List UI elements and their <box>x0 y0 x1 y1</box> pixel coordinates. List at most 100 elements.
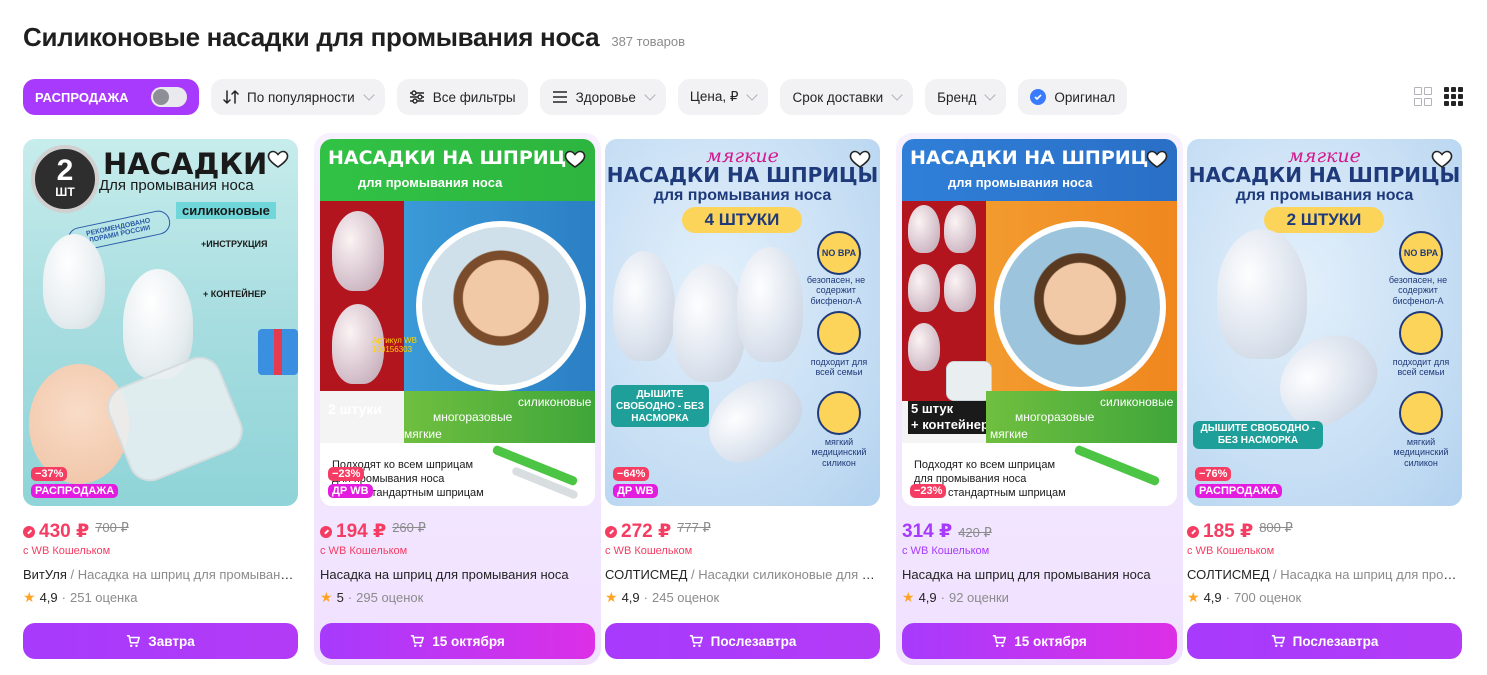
old-price: 700 ₽ <box>95 520 129 536</box>
add-to-cart-button[interactable]: 15 октября <box>320 623 595 659</box>
count-circle: 2 ШТ <box>31 145 99 213</box>
product-image[interactable]: 2 ШТ НАСАДКИ Для промывания носа силикон… <box>23 139 298 506</box>
favorite-heart-icon[interactable] <box>563 147 587 171</box>
star-icon: ★ <box>902 589 915 605</box>
favorite-heart-icon[interactable] <box>1430 147 1454 171</box>
product-image[interactable]: мягкие НАСАДКИ НА ШПРИЦЫ для промывания … <box>1187 139 1462 506</box>
image-cta: ДЫШИТЕ СВОБОДНО - БЕЗ НАСМОРКА <box>1193 421 1323 449</box>
price-dropdown[interactable]: Цена, ₽ <box>677 79 769 115</box>
price-row: 430 ₽ 700 ₽ <box>23 520 298 543</box>
current-price: 185 ₽ <box>1187 520 1253 543</box>
old-price: 260 ₽ <box>392 520 426 536</box>
image-feature: силиконовые <box>518 395 592 409</box>
product-name[interactable]: СОЛТИСМЕД / Насадка на шприц для промыва… <box>1187 567 1462 582</box>
category-label: Здоровье <box>575 89 636 105</box>
delivery-date: 15 октября <box>1014 633 1087 649</box>
product-card[interactable]: НАСАДКИ НА ШПРИЦ для промывания носа Арт… <box>314 133 601 665</box>
product-name[interactable]: ВитУля / Насадка на шприц для промывания… <box>23 567 298 582</box>
image-headline: НАСАДКИ НА ШПРИЦ <box>910 147 1149 169</box>
delivery-date: Завтра <box>148 633 195 649</box>
discount-badge: −37% <box>31 467 68 481</box>
image-headline: НАСАДКИ НА ШПРИЦЫ <box>606 163 879 187</box>
small-grid-icon[interactable] <box>1444 87 1463 106</box>
nozzle-shape <box>613 251 675 361</box>
wallet-note: с WB Кошельком <box>1187 545 1275 557</box>
nozzle-shape <box>43 234 105 329</box>
image-subtitle: Для промывания носа <box>99 177 254 194</box>
chevron-down-icon <box>644 88 656 101</box>
brand-name: СОЛТИСМЕД <box>1187 567 1270 582</box>
brand-dropdown[interactable]: Бренд <box>925 79 1007 115</box>
product-name[interactable]: Насадка на шприц для промывания носа <box>902 567 1177 582</box>
family-icon <box>1399 311 1443 355</box>
all-filters-button[interactable]: Все фильтры <box>396 79 528 115</box>
rating-row: ★ 4,9 · 92 оценки <box>902 589 1009 605</box>
review-count: 92 оценки <box>948 590 1009 605</box>
wallet-discount-icon <box>320 525 332 538</box>
image-headline: НАСАДКИ НА ШПРИЦ <box>328 147 567 169</box>
add-to-cart-button[interactable]: 15 октября <box>902 623 1177 659</box>
category-dropdown[interactable]: Здоровье <box>539 79 666 115</box>
favorite-heart-icon[interactable] <box>1145 147 1169 171</box>
large-grid-icon[interactable] <box>1414 87 1432 106</box>
old-price: 420 ₽ <box>958 525 992 540</box>
current-price: 194 ₽ <box>320 520 386 543</box>
original-filter-label: Оригинал <box>1054 89 1116 105</box>
add-to-cart-button[interactable]: Послезавтра <box>605 623 880 659</box>
image-note: + КОНТЕЙНЕР <box>203 289 267 299</box>
image-headline: НАСАДКИ НА ШПРИЦЫ <box>1188 163 1461 187</box>
article-number: Артикул WB 100156303 <box>372 336 417 354</box>
delivery-dropdown[interactable]: Срок доставки <box>780 79 914 115</box>
nozzle-shape <box>908 323 940 371</box>
image-feature: многоразовые <box>433 410 513 424</box>
price-row: 272 ₽ 777 ₽ <box>605 520 880 543</box>
chevron-down-icon <box>984 88 997 101</box>
add-to-cart-button[interactable]: Завтра <box>23 623 298 659</box>
image-feature: мягкий медицинский силикон <box>1393 437 1449 468</box>
product-grid: 2 ШТ НАСАДКИ Для промывания носа силикон… <box>23 133 1463 665</box>
favorite-heart-icon[interactable] <box>848 147 872 171</box>
image-qty: 4 ШТУКИ <box>682 207 802 233</box>
review-count: 295 оценок <box>356 590 424 605</box>
wallet-note: с WB Кошельком <box>605 545 693 557</box>
promo-badge: ДР WB <box>613 484 658 498</box>
add-to-cart-button[interactable]: Послезавтра <box>1187 623 1462 659</box>
review-count: 245 оценок <box>651 590 720 605</box>
product-card[interactable]: мягкие НАСАДКИ НА ШПРИЦЫ для промывания … <box>605 139 880 659</box>
favorite-heart-icon[interactable] <box>266 147 290 171</box>
image-qty: 2 штуки <box>328 401 382 417</box>
rating-value: 4,9 <box>918 590 937 605</box>
product-image[interactable]: НАСАДКИ НА ШПРИЦ для промывания носа Арт… <box>320 139 595 506</box>
nozzle-shape <box>673 264 745 382</box>
price-row: 314 ₽ 420 ₽ <box>902 520 1177 543</box>
product-title: Насадки силиконовые для промывания носа <box>698 567 880 582</box>
sort-label: По популярности <box>247 89 355 105</box>
discount-badge: −23% <box>910 484 947 498</box>
current-price: 430 ₽ <box>23 520 89 543</box>
wallet-note: с WB Кошельком <box>23 545 111 557</box>
original-filter-button[interactable]: Оригинал <box>1018 79 1128 115</box>
product-card[interactable]: НАСАДКИ НА ШПРИЦ для промывания носа 5 ш… <box>896 133 1183 665</box>
nozzle-shape <box>737 247 803 362</box>
product-name[interactable]: Насадка на шприц для промывания носа <box>320 567 595 582</box>
chevron-down-icon <box>746 88 759 101</box>
product-card[interactable]: мягкие НАСАДКИ НА ШПРИЦЫ для промывания … <box>1187 139 1462 659</box>
image-subtitle: для промывания носа <box>948 175 1093 190</box>
product-card[interactable]: 2 ШТ НАСАДКИ Для промывания носа силикон… <box>23 139 298 659</box>
sale-toggle-switch[interactable] <box>151 87 187 107</box>
sale-toggle-button[interactable]: РАСПРОДАЖА <box>23 79 199 115</box>
sort-dropdown[interactable]: По популярности <box>211 79 385 115</box>
promo-badge: РАСПРОДАЖА <box>31 484 119 498</box>
rating-value: 5 <box>336 590 344 605</box>
product-image[interactable]: мягкие НАСАДКИ НА ШПРИЦЫ для промывания … <box>605 139 880 506</box>
product-image[interactable]: НАСАДКИ НА ШПРИЦ для промывания носа 5 ш… <box>902 139 1177 506</box>
wallet-note: с WB Кошельком <box>902 545 990 557</box>
discount-badge: −76% <box>1195 467 1232 481</box>
rating-value: 4,9 <box>1203 590 1222 605</box>
image-subtitle: для промывания носа <box>653 187 832 204</box>
page-header: Силиконовые насадки для промывания носа … <box>23 22 685 53</box>
nozzle-shape <box>908 205 940 253</box>
wallet-note: с WB Кошельком <box>320 545 408 557</box>
product-name[interactable]: СОЛТИСМЕД / Насадки силиконовые для пром… <box>605 567 880 582</box>
badge-stack: −23% ДР WB <box>328 467 373 498</box>
